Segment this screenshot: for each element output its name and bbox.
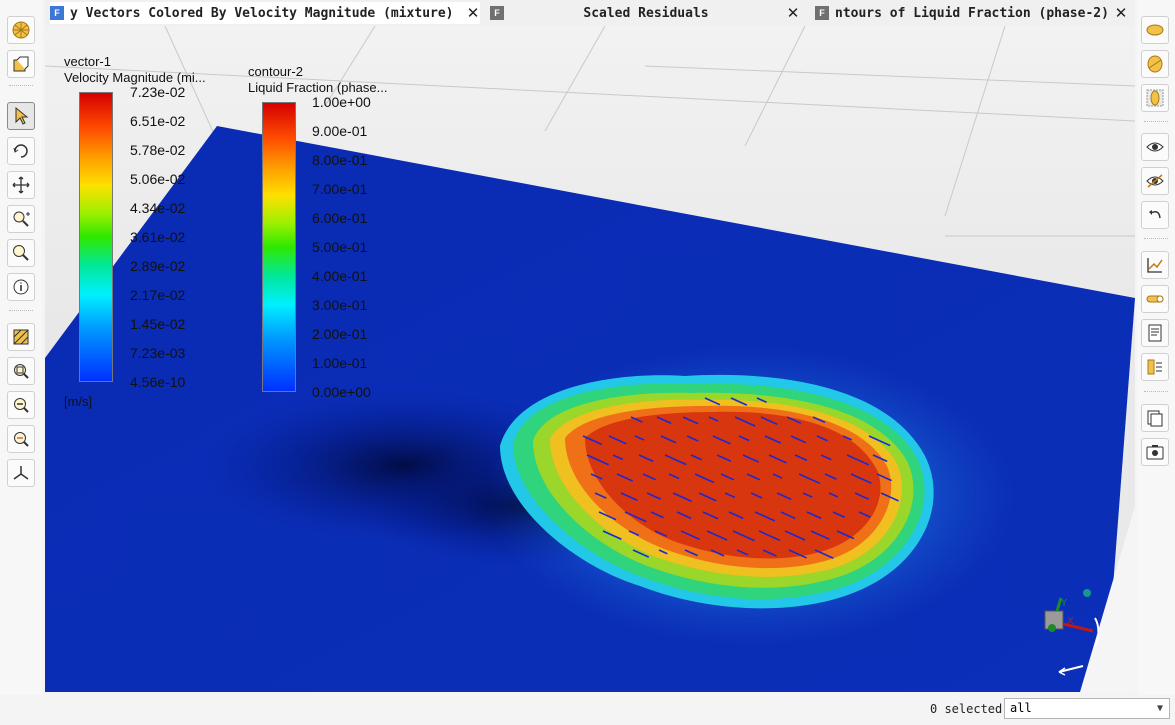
fluent-graphics-window: F y Vectors Colored By Velocity Magnitud… — [0, 0, 1175, 725]
close-icon[interactable]: ✕ — [466, 4, 480, 22]
legend-tick-label: 0.00e+00 — [312, 384, 371, 400]
left-toolbar — [0, 0, 42, 695]
legend-tick-label: 5.06e-02 — [130, 171, 186, 187]
legend-tick-label: 4.56e-10 — [130, 374, 186, 390]
toolbar-separator — [1144, 121, 1168, 122]
legend-tick-label: 5.78e-02 — [130, 142, 186, 158]
legend-tick-label: 3.61e-02 — [130, 229, 186, 245]
close-icon[interactable]: ✕ — [1114, 4, 1128, 22]
tab-label: Scaled Residuals — [583, 5, 709, 21]
toolbar-separator — [1144, 391, 1168, 392]
legend-units: [m/s] — [64, 394, 93, 409]
selection-filter-dropdown[interactable]: all ▼ — [1004, 698, 1170, 719]
fluent-f-icon: F — [490, 6, 504, 20]
legend-tick-label: 1.00e+00 — [312, 94, 371, 110]
legend-tick-label: 3.00e-01 — [312, 297, 368, 313]
colormap-icon[interactable] — [1141, 285, 1169, 313]
toolbar-separator — [1144, 238, 1168, 239]
legend-tick-label: 5.00e-01 — [312, 239, 368, 255]
view-plane-y-icon[interactable] — [1141, 50, 1169, 78]
zoom-in-out-icon[interactable] — [7, 205, 35, 233]
probe-info-icon[interactable] — [7, 273, 35, 301]
zoom-to-fit-icon[interactable] — [7, 357, 35, 385]
status-bar: 0 selected all ▼ — [0, 695, 1175, 725]
tab-vectors-velocity[interactable]: F y Vectors Colored By Velocity Magnitud… — [50, 2, 480, 24]
velocity-colorbar — [79, 92, 113, 382]
tab-label: ntours of Liquid Fraction (phase-2) — [835, 5, 1109, 21]
compare-icon[interactable] — [1141, 353, 1169, 381]
toolbar-separator — [9, 85, 33, 86]
pan-icon[interactable] — [7, 171, 35, 199]
fit-to-window-icon[interactable] — [7, 50, 35, 78]
screenshot-icon[interactable] — [1141, 438, 1169, 466]
legend-subtitle: Liquid Fraction (phase... — [248, 80, 388, 95]
toolbar-separator — [9, 310, 33, 311]
legend-tick-label: 4.00e-01 — [312, 268, 368, 284]
view-eye-hidden-icon[interactable] — [1141, 167, 1169, 195]
rotate-icon[interactable] — [7, 137, 35, 165]
close-icon[interactable]: ✕ — [786, 4, 800, 22]
view-eye-icon[interactable] — [1141, 133, 1169, 161]
svg-text:X: X — [1067, 616, 1074, 627]
legend-title: contour-2 — [248, 64, 303, 79]
render-mesh-icon[interactable] — [7, 323, 35, 351]
legend-tick-label: 7.00e-01 — [312, 181, 368, 197]
tab-contours-liquid-fraction[interactable]: F ntours of Liquid Fraction (phase-2) ✕ — [815, 2, 1128, 24]
selection-filter-value: all — [1010, 701, 1032, 715]
select-pointer-icon[interactable] — [7, 102, 35, 130]
legend-tick-label: 8.00e-01 — [312, 152, 368, 168]
legend-tick-label: 7.23e-02 — [130, 84, 186, 100]
legend-tick-label: 2.00e-01 — [312, 326, 368, 342]
zoom-to-area-icon[interactable] — [7, 239, 35, 267]
graphics-tab-bar: F y Vectors Colored By Velocity Magnitud… — [45, 0, 1135, 26]
undo-view-icon[interactable] — [1141, 201, 1169, 229]
svg-text:Y: Y — [1060, 598, 1068, 609]
legend-tick-label: 1.45e-02 — [130, 316, 186, 332]
tab-scaled-residuals[interactable]: F Scaled Residuals ✕ — [490, 2, 800, 24]
legend-title: vector-1 — [64, 54, 111, 69]
legend-tick-label: 6.00e-01 — [312, 210, 368, 226]
copy-icon[interactable] — [1141, 404, 1169, 432]
zoom-out-icon[interactable] — [7, 391, 35, 419]
fluent-f-icon: F — [815, 6, 829, 20]
scene-render: Y X — [45, 26, 1135, 692]
legend-tick-label: 7.23e-03 — [130, 345, 186, 361]
graphics-viewport[interactable]: Y X vector-1 Velocity Magnitude (mi... 7… — [45, 26, 1135, 692]
legend-subtitle: Velocity Magnitude (mi... — [64, 70, 206, 85]
legend-tick-label: 4.34e-02 — [130, 200, 186, 216]
legend-tick-label: 6.51e-02 — [130, 113, 186, 129]
liquid-fraction-colorbar — [262, 102, 296, 392]
xy-plot-icon[interactable] — [1141, 251, 1169, 279]
legend-tick-label: 9.00e-01 — [312, 123, 368, 139]
zoom-previous-icon[interactable] — [7, 425, 35, 453]
legend-tick-label: 2.89e-02 — [130, 258, 186, 274]
report-icon[interactable] — [1141, 319, 1169, 347]
view-plane-z-icon[interactable] — [1141, 84, 1169, 112]
fluent-f-icon: F — [50, 6, 64, 20]
legend-tick-label: 1.00e-01 — [312, 355, 368, 371]
right-toolbar — [1137, 0, 1175, 695]
selected-count: 0 selected — [930, 702, 1003, 716]
tab-label: y Vectors Colored By Velocity Magnitude … — [70, 5, 454, 21]
axes-triad-icon[interactable] — [7, 459, 35, 487]
chevron-down-icon: ▼ — [1156, 703, 1163, 714]
view-plane-x-icon[interactable] — [1141, 16, 1169, 44]
legend-tick-label: 2.17e-02 — [130, 287, 186, 303]
isometric-view-icon[interactable] — [7, 16, 35, 44]
